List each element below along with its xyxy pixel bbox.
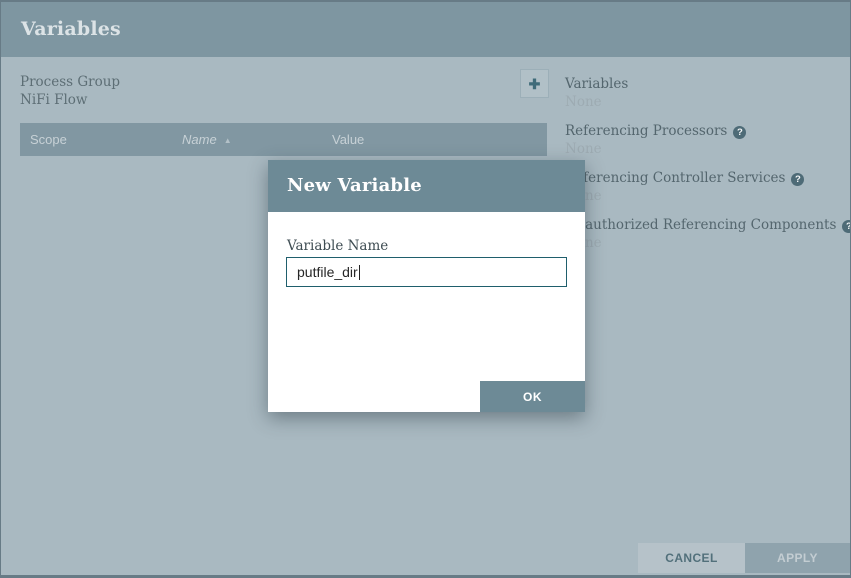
text-cursor xyxy=(359,265,360,280)
modal-title: New Variable xyxy=(268,160,585,212)
modal-header: New Variable xyxy=(268,160,585,212)
ok-button[interactable]: OK xyxy=(480,381,585,412)
variable-name-label: Variable Name xyxy=(287,238,388,254)
variable-name-input[interactable]: putfile_dir xyxy=(286,257,567,287)
variable-name-value: putfile_dir xyxy=(297,264,358,280)
variables-dialog: Variables Process Group NiFi Flow ✚ Scop… xyxy=(1,2,850,575)
new-variable-modal: New Variable Variable Name putfile_dir O… xyxy=(268,160,585,412)
